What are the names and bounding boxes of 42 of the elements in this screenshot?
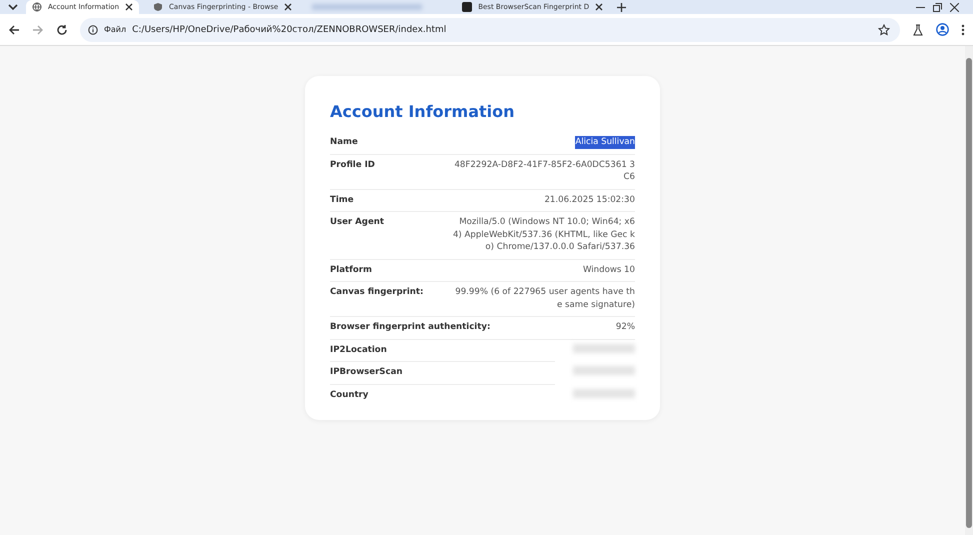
field-value: Mozilla/5.0 (Windows NT 10.0; Win64; x6 4) AppleWebKit/537.36 (KHTML, like Gec ko) Chrome/137.0.0.0 Safari/537.36: [452, 216, 635, 254]
field-value: Windows 10: [582, 264, 635, 276]
field-label: IP2Location: [330, 344, 387, 356]
new-tab-icon[interactable]: [617, 2, 626, 12]
address-bar[interactable]: Файл C:/Users/HP/OneDrive/Рабочий%20стол/ZENNOBROWSER/index.html: [80, 18, 900, 42]
field-value: 92%: [614, 321, 635, 334]
tab-list-caret-icon[interactable]: [8, 3, 18, 11]
field-label: Canvas fingerprint:: [330, 286, 424, 298]
field-label: Platform: [330, 264, 372, 276]
field-label: Time: [330, 194, 354, 206]
blurred-value: [573, 344, 635, 352]
scrollbar[interactable]: [965, 46, 973, 535]
flask-icon[interactable]: [912, 24, 924, 36]
reload-icon[interactable]: [56, 24, 68, 36]
close-window-icon[interactable]: [950, 2, 959, 12]
close-icon[interactable]: [595, 3, 604, 11]
menu-icon[interactable]: [961, 24, 965, 36]
field-label: Browser fingerprint authenticity:: [330, 321, 490, 334]
field-label: Profile ID: [330, 158, 375, 171]
file-label: Файл: [104, 25, 126, 34]
field-value: 99.99% (6 of 227965 user agents have th e same signature): [454, 286, 635, 311]
field-label: User Agent: [330, 216, 384, 228]
field-value: Alicia Sullivan: [575, 136, 635, 148]
blurred-value: [573, 366, 635, 375]
back-icon[interactable]: [8, 24, 20, 36]
field-label: Country: [330, 388, 368, 401]
field-label: Name: [330, 136, 358, 148]
star-icon[interactable]: [878, 24, 890, 36]
card-title: Account Information: [330, 102, 516, 121]
profile-icon[interactable]: [936, 23, 949, 36]
url-text: C:/Users/HP/OneDrive/Рабочий%20стол/ZENNOBROWSER/index.html: [132, 24, 446, 34]
blurred-value: [573, 388, 635, 398]
info-icon: [88, 24, 98, 34]
field-value: 21.06.2025 15:02:30: [543, 194, 635, 206]
field-value: 48F2292A-D8F2-41F7-85F2-6A0DC5361 3C6: [453, 158, 635, 184]
globe-icon: [32, 2, 42, 12]
site-logo-icon: [462, 2, 472, 12]
shield-icon: [153, 2, 164, 12]
close-icon[interactable]: [284, 3, 292, 11]
restore-icon[interactable]: [933, 2, 942, 12]
close-icon[interactable]: [125, 3, 134, 11]
field-label: IPBrowserScan: [330, 366, 403, 378]
